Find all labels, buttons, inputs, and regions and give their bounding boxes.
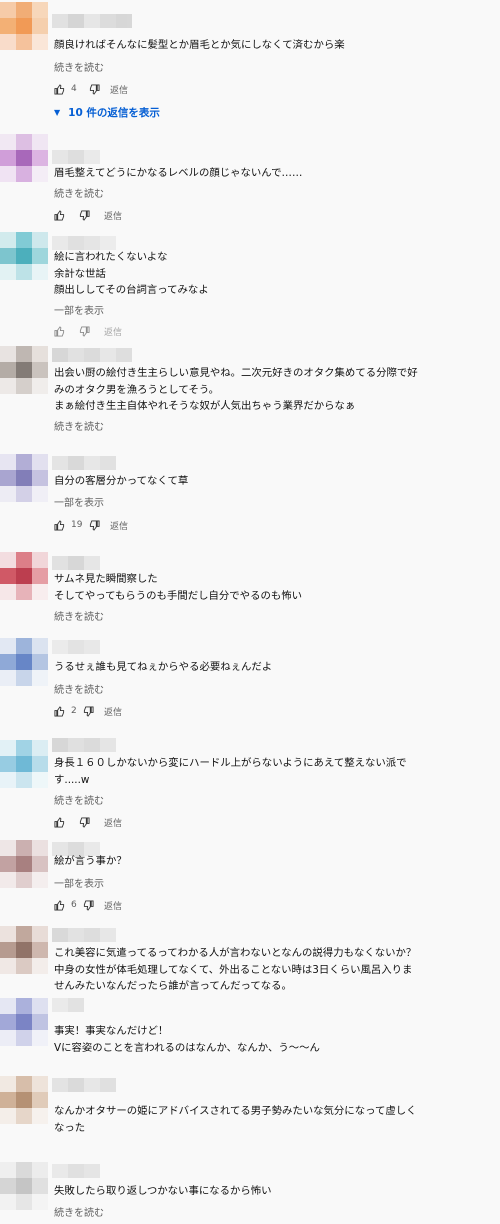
comment-2: 眉毛整えてどうにかなるレベルの顔じゃないんで…… 続きを読む 返信 bbox=[0, 132, 500, 222]
avatar[interactable] bbox=[0, 840, 48, 888]
dislike-icon[interactable] bbox=[79, 209, 90, 221]
comment-text: なんかオタサーの姫にアドバイスされてる男子勢みたいな気分になって虚しく なった bbox=[54, 1105, 417, 1134]
comment-text: 自分の客層分かってなくて草 bbox=[54, 475, 189, 487]
comment-3: 絵に言われたくないよな 余計な世話 顔出ししてその台詞言ってみなよ 一部を表示 … bbox=[0, 230, 500, 340]
author-name-blurred[interactable] bbox=[52, 14, 132, 28]
comment-10: これ美容に気遣ってるってわかる人が言わないとなんの説得力もなくないか？ 中身の女… bbox=[0, 924, 500, 994]
avatar[interactable] bbox=[0, 926, 48, 974]
like-icon[interactable] bbox=[54, 816, 65, 828]
dislike-icon[interactable] bbox=[83, 705, 94, 717]
comment-11: 事実！事実なんだけど！ Vに容姿のことを言われるのはなんか、なんか、う～～ん bbox=[0, 994, 500, 1064]
avatar[interactable] bbox=[0, 638, 48, 686]
author-name-blurred[interactable] bbox=[52, 928, 116, 942]
read-more-link[interactable]: 続きを読む bbox=[54, 608, 104, 623]
dislike-icon[interactable] bbox=[89, 519, 100, 531]
reply-button[interactable]: 返信 bbox=[104, 325, 122, 338]
comment-text: 顔良ければそんなに髪型とか眉毛とか気にしなくて済むから楽 bbox=[54, 39, 345, 51]
read-more-link[interactable]: 続きを読む bbox=[54, 1204, 104, 1219]
chevron-down-icon: ▼ bbox=[54, 108, 61, 117]
avatar[interactable] bbox=[0, 454, 48, 502]
comment-actions: 返信 bbox=[54, 324, 122, 338]
dislike-icon[interactable] bbox=[89, 83, 100, 95]
author-name-blurred[interactable] bbox=[52, 348, 132, 362]
view-replies-label: 10 件の返信を表示 bbox=[68, 107, 160, 119]
author-name-blurred[interactable] bbox=[52, 640, 100, 654]
avatar[interactable] bbox=[0, 1162, 48, 1210]
comment-1: 顔良ければそんなに髪型とか眉毛とか気にしなくて済むから楽 続きを読む 4 返信 … bbox=[0, 0, 500, 128]
like-icon[interactable] bbox=[54, 325, 65, 337]
author-name-blurred[interactable] bbox=[52, 1164, 100, 1178]
comment-text: 出会い厨の絵付き生主らしい意見やね。二次元好きのオタク集めてる分際で好 みのオタ… bbox=[54, 367, 418, 412]
dislike-icon[interactable] bbox=[79, 816, 90, 828]
comment-4: 出会い厨の絵付き生主らしい意見やね。二次元好きのオタク集めてる分際で好 みのオタ… bbox=[0, 344, 500, 444]
comment-text: 眉毛整えてどうにかなるレベルの顔じゃないんで…… bbox=[54, 167, 303, 179]
author-name-blurred[interactable] bbox=[52, 556, 100, 570]
comment-text: サムネ見た瞬間察した そしてやってもらうのも手間だし自分でやるのも怖い bbox=[54, 573, 303, 602]
avatar[interactable] bbox=[0, 2, 48, 50]
comment-9: 絵が言う事か？ 一部を表示 6 返信 bbox=[0, 838, 500, 918]
reply-button[interactable]: 返信 bbox=[110, 519, 128, 532]
comment-6: サムネ見た瞬間察した そしてやってもらうのも手間だし自分でやるのも怖い 続きを読… bbox=[0, 550, 500, 630]
comment-text: これ美容に気遣ってるってわかる人が言わないとなんの説得力もなくないか？ 中身の女… bbox=[54, 947, 417, 992]
avatar[interactable] bbox=[0, 346, 48, 394]
like-count: 4 bbox=[71, 84, 77, 94]
comment-text: 身長１６０しかないから変にハードル上がらないようにあえて整えない派で す....… bbox=[54, 757, 407, 786]
comment-13: 失敗したら取り返しつかない事になるから怖い 続きを読む bbox=[0, 1162, 500, 1224]
comment-actions: 返信 bbox=[54, 208, 122, 222]
reply-button[interactable]: 返信 bbox=[110, 83, 128, 96]
like-icon[interactable] bbox=[54, 519, 65, 531]
comment-actions: 4 返信 bbox=[54, 82, 128, 96]
like-icon[interactable] bbox=[54, 705, 65, 717]
avatar[interactable] bbox=[0, 998, 48, 1046]
read-more-link[interactable]: 続きを読む bbox=[54, 59, 104, 74]
comment-actions: 19 返信 bbox=[54, 518, 128, 532]
author-name-blurred[interactable] bbox=[52, 1078, 116, 1092]
comment-text: 絵に言われたくないよな 余計な世話 顔出ししてその台詞言ってみなよ bbox=[54, 251, 209, 296]
avatar[interactable] bbox=[0, 552, 48, 600]
read-more-link[interactable]: 続きを読む bbox=[54, 792, 104, 807]
like-count: 19 bbox=[71, 520, 83, 530]
avatar[interactable] bbox=[0, 740, 48, 788]
comment-actions: 返信 bbox=[54, 815, 122, 829]
dislike-icon[interactable] bbox=[79, 325, 90, 337]
comment-8: 身長１６０しかないから変にハードル上がらないようにあえて整えない派で す....… bbox=[0, 738, 500, 830]
author-name-blurred[interactable] bbox=[52, 738, 116, 752]
reply-button[interactable]: 返信 bbox=[104, 209, 122, 222]
comment-12: なんかオタサーの姫にアドバイスされてる男子勢みたいな気分になって虚しく なった bbox=[0, 1074, 500, 1154]
like-icon[interactable] bbox=[54, 899, 65, 911]
author-name-blurred[interactable] bbox=[52, 456, 116, 470]
like-icon[interactable] bbox=[54, 83, 65, 95]
comment-actions: 6 返信 bbox=[54, 898, 122, 912]
author-name-blurred[interactable] bbox=[52, 998, 84, 1012]
comment-text: 絵が言う事か？ bbox=[54, 855, 127, 867]
like-icon[interactable] bbox=[54, 209, 65, 221]
view-replies-button[interactable]: ▼ 10 件の返信を表示 bbox=[54, 105, 160, 120]
author-name-blurred[interactable] bbox=[52, 150, 100, 164]
show-part-link[interactable]: 一部を表示 bbox=[54, 494, 104, 509]
dislike-icon[interactable] bbox=[83, 899, 94, 911]
show-part-link[interactable]: 一部を表示 bbox=[54, 302, 104, 317]
comment-text: うるせぇ誰も見てねぇからやる必要ねぇんだよ bbox=[54, 661, 273, 673]
comment-text: 事実！事実なんだけど！ Vに容姿のことを言われるのはなんか、なんか、う～～ん bbox=[54, 1025, 320, 1054]
author-name-blurred[interactable] bbox=[52, 236, 116, 250]
read-more-link[interactable]: 続きを読む bbox=[54, 681, 104, 696]
comment-7: うるせぇ誰も見てねぇからやる必要ねぇんだよ 続きを読む 2 返信 bbox=[0, 636, 500, 726]
read-more-link[interactable]: 続きを読む bbox=[54, 185, 104, 200]
reply-button[interactable]: 返信 bbox=[104, 899, 122, 912]
comment-actions: 2 返信 bbox=[54, 704, 122, 718]
comment-5: 自分の客層分かってなくて草 一部を表示 19 返信 bbox=[0, 452, 500, 542]
like-count: 6 bbox=[71, 900, 77, 910]
avatar[interactable] bbox=[0, 232, 48, 280]
avatar[interactable] bbox=[0, 134, 48, 182]
show-part-link[interactable]: 一部を表示 bbox=[54, 875, 104, 890]
avatar[interactable] bbox=[0, 1076, 48, 1124]
reply-button[interactable]: 返信 bbox=[104, 816, 122, 829]
like-count: 2 bbox=[71, 706, 77, 716]
comment-text: 失敗したら取り返しつかない事になるから怖い bbox=[54, 1185, 272, 1197]
read-more-link[interactable]: 続きを読む bbox=[54, 418, 104, 433]
reply-button[interactable]: 返信 bbox=[104, 705, 122, 718]
